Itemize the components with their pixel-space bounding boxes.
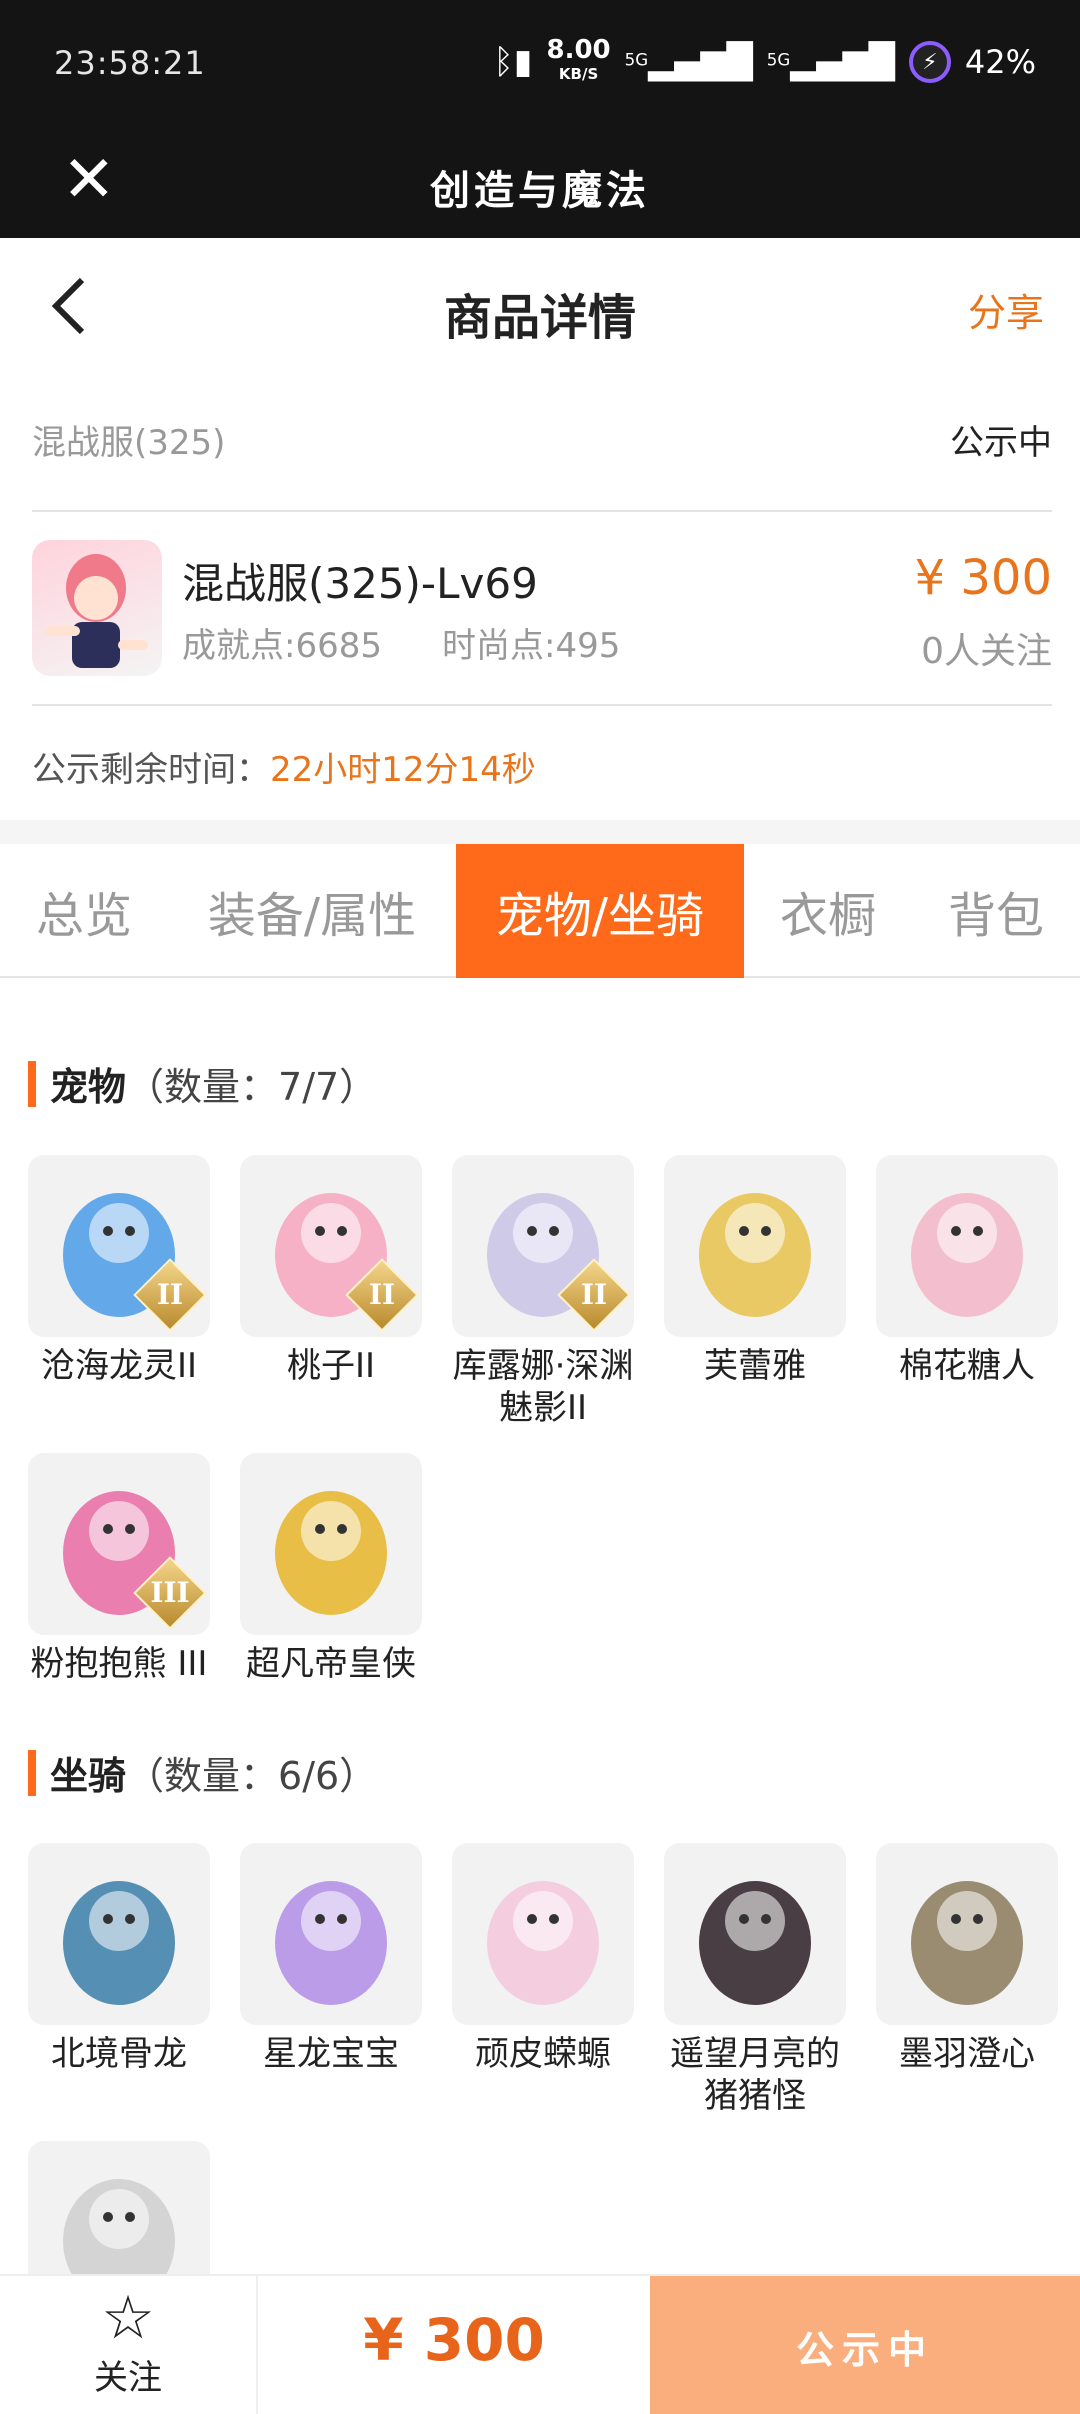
- mounts-item[interactable]: 北境骨龙: [28, 1843, 210, 2117]
- white-haired-spirit-icon: II: [452, 1155, 634, 1337]
- fashion-points: 时尚点:495: [441, 626, 621, 666]
- avatar: [32, 540, 162, 676]
- mounts-item[interactable]: 墨羽澄心: [876, 1843, 1058, 2117]
- mounts-name: 遥望月亮的猪猪怪: [670, 2034, 840, 2116]
- pets-name: 库露娜·深渊魅影II: [452, 1346, 634, 1428]
- black-pig-icon: [664, 1843, 846, 2025]
- pets-name: 桃子II: [286, 1346, 376, 1386]
- mounts-count: （数量：6/6）: [126, 1754, 378, 1798]
- tier-badge-text: III: [150, 1576, 190, 1609]
- tab-overview[interactable]: 总览: [0, 844, 168, 978]
- mounts-name: 顽皮蝾螈: [475, 2034, 611, 2074]
- remaining-time-label: 公示剩余时间：: [32, 750, 270, 790]
- bluetooth-icon: ᛒ▮: [493, 42, 533, 82]
- pets-item[interactable]: II 沧海龙灵II: [28, 1155, 210, 1429]
- pets-item[interactable]: II 库露娜·深渊魅影II: [452, 1155, 634, 1429]
- star-icon: ☆: [101, 2283, 155, 2353]
- clock: 23:58:21: [54, 44, 206, 82]
- section-marker: [28, 1749, 36, 1796]
- bottom-price: ¥ 300: [363, 2306, 545, 2374]
- listing-status: 公示中: [950, 423, 1052, 463]
- pets-name: 棉花糖人: [899, 1346, 1035, 1386]
- mounts-section-title: 坐骑 （数量：6/6）: [28, 1745, 377, 1800]
- section-marker: [28, 1060, 36, 1107]
- pets-name: 粉抱抱熊 III: [30, 1644, 208, 1684]
- tab-wardrobe[interactable]: 衣橱: [744, 844, 912, 978]
- battery-level: 42%: [964, 43, 1036, 81]
- character-name: 混战服(325)-Lv69: [182, 559, 538, 608]
- tier-badge-text: II: [580, 1278, 608, 1311]
- pets-item[interactable]: 棉花糖人: [876, 1155, 1058, 1429]
- tab-pets-mounts[interactable]: 宠物/坐骑: [456, 844, 744, 978]
- pets-count: （数量：7/7）: [126, 1065, 378, 1109]
- mounts-item[interactable]: 遥望月亮的猪猪怪: [664, 1843, 846, 2117]
- price: ¥ 300: [914, 550, 1052, 606]
- blue-dragon-girl-icon: II: [28, 1155, 210, 1337]
- remaining-time: 公示剩余时间：22小时12分14秒: [32, 742, 536, 791]
- mounts-name: 北境骨龙: [51, 2034, 187, 2074]
- pink-bunny-icon: II: [240, 1155, 422, 1337]
- axolotl-icon: [452, 1843, 634, 2025]
- follow-label: 关注: [94, 2358, 162, 2398]
- signal-icon-2: 5G▂▄▆█: [766, 42, 895, 82]
- tab-bar: 总览 装备/属性 宠物/坐骑 衣橱 背包: [0, 844, 1080, 978]
- mounts-name: 星龙宝宝: [263, 2034, 399, 2074]
- mounts-item[interactable]: 星龙宝宝: [240, 1843, 422, 2117]
- tier-badge-text: II: [368, 1278, 396, 1311]
- bottom-bar: ☆ 关注 ¥ 300 公示中: [0, 2274, 1080, 2414]
- section-gap: [0, 820, 1080, 844]
- battery-saver-icon: ⚡: [908, 41, 951, 83]
- golden-armor-hero-icon: [240, 1453, 422, 1635]
- pets-name: 沧海龙灵II: [40, 1346, 198, 1386]
- character-stats: 成就点:6685 时尚点:495: [182, 618, 620, 667]
- pets-section-title: 宠物 （数量：7/7）: [28, 1056, 377, 1111]
- mounts-title: 坐骑: [50, 1754, 127, 1798]
- follow-button[interactable]: ☆ 关注: [0, 2276, 258, 2414]
- server-name: 混战服(325): [32, 423, 226, 463]
- divider: [32, 704, 1052, 706]
- pets-item[interactable]: 芙蕾雅: [664, 1155, 846, 1429]
- server-row: 混战服(325) 公示中: [32, 415, 1052, 464]
- feather-staff-icon: [876, 1843, 1058, 2025]
- page-title: 商品详情: [443, 290, 636, 346]
- pink-bear-icon: III: [28, 1453, 210, 1635]
- tab-backpack[interactable]: 背包: [912, 844, 1080, 978]
- mounts-name: 墨羽澄心: [899, 2034, 1035, 2074]
- follower-count: 0人关注: [921, 631, 1052, 672]
- status-bar: 23:58:21 ᛒ▮ 8.00 KB/S 5G▂▄▆█ 5G▂▄▆█ ⚡ 42…: [0, 0, 1080, 130]
- pink-cotton-candy-icon: [876, 1155, 1058, 1337]
- pets-grid: II 沧海龙灵II II 桃子II II 库露娜·深渊魅影II 芙蕾雅 棉花糖人 III 粉抱抱熊…: [28, 1155, 1058, 1685]
- pets-name: 超凡帝皇侠: [246, 1644, 416, 1684]
- remaining-time-value: 22小时12分14秒: [270, 750, 536, 790]
- tier-badge-text: II: [156, 1278, 184, 1311]
- bone-dragon-icon: [28, 1843, 210, 2025]
- divider: [32, 510, 1052, 512]
- net-speed: 8.00 KB/S: [546, 35, 611, 83]
- page-header: 商品详情 分享: [0, 238, 1080, 378]
- share-button[interactable]: 分享: [968, 282, 1044, 337]
- pets-item[interactable]: III 粉抱抱熊 III: [28, 1453, 210, 1685]
- pets-name: 芙蕾雅: [704, 1346, 806, 1386]
- character-summary[interactable]: 混战服(325)-Lv69 成就点:6685 时尚点:495 ¥ 300 0人关…: [32, 540, 1052, 680]
- golden-crown-maiden-icon: [664, 1155, 846, 1337]
- pets-title: 宠物: [50, 1065, 127, 1109]
- publicity-button[interactable]: 公示中: [650, 2276, 1080, 2414]
- tab-equipment[interactable]: 装备/属性: [168, 844, 456, 978]
- mounts-item[interactable]: 顽皮蝾螈: [452, 1843, 634, 2117]
- achievement-points: 成就点:6685: [182, 626, 382, 666]
- signal-icon: 5G▂▄▆█: [624, 42, 753, 82]
- mounts-grid: 北境骨龙 星龙宝宝 顽皮蝾螈 遥望月亮的猪猪怪 墨羽澄心: [28, 1843, 1058, 2331]
- status-icons: ᛒ▮ 8.00 KB/S 5G▂▄▆█ 5G▂▄▆█ ⚡ 42%: [493, 35, 1036, 86]
- app-title: 创造与魔法: [430, 167, 650, 214]
- pets-item[interactable]: II 桃子II: [240, 1155, 422, 1429]
- pets-item[interactable]: 超凡帝皇侠: [240, 1453, 422, 1685]
- star-dragon-baby-icon: [240, 1843, 422, 2025]
- app-bar: ✕ 创造与魔法: [0, 130, 1080, 238]
